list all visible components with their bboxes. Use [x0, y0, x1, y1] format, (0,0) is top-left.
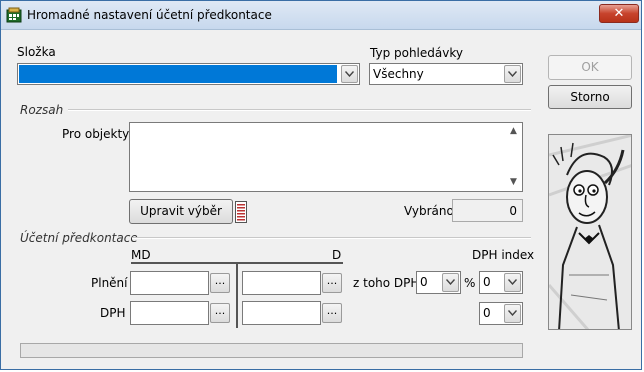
- predkontace-separator: [132, 237, 531, 239]
- cartoon-figure-icon: [549, 135, 631, 329]
- list-lines-icon: [237, 204, 245, 221]
- z-toho-dph-label: z toho DPH: [353, 276, 420, 290]
- storno-button-label: Storno: [570, 90, 610, 104]
- title-bar[interactable]: Hromadné nastavení účetní předkontace ✕: [1, 1, 641, 30]
- ok-button-label: OK: [581, 60, 599, 74]
- dph-md-field[interactable]: [130, 301, 209, 325]
- md-d-divider: [236, 264, 238, 328]
- slozka-value: [19, 65, 337, 83]
- dph-index-dph-dropdown-button[interactable]: [504, 304, 521, 323]
- plneni-d-browse-button[interactable]: ...: [322, 273, 342, 293]
- slozka-select[interactable]: [17, 63, 360, 85]
- rozsah-section-label: Rozsah: [20, 103, 64, 117]
- rozsah-separator: [68, 109, 531, 111]
- scroll-down-icon[interactable]: ▼: [505, 174, 522, 191]
- chevron-down-icon: [508, 279, 517, 285]
- typ-pohledavky-value: Všechny: [373, 67, 424, 81]
- dph-index-plneni-select[interactable]: 0: [479, 271, 523, 294]
- plneni-label: Plnění: [91, 276, 128, 290]
- typ-pohledavky-label: Typ pohledávky: [370, 46, 463, 60]
- app-icon: [6, 7, 22, 23]
- typ-pohledavky-select[interactable]: Všechny: [369, 63, 523, 85]
- upravit-vyber-button[interactable]: Upravit výběr: [129, 199, 233, 224]
- pro-objekty-scrollbar[interactable]: ▲ ▼: [505, 123, 522, 191]
- storno-button[interactable]: Storno: [548, 85, 632, 109]
- slozka-label: Složka: [17, 45, 56, 59]
- d-label: D: [332, 248, 342, 262]
- upravit-vyber-label: Upravit výběr: [140, 204, 222, 218]
- scroll-up-icon[interactable]: ▲: [505, 123, 522, 140]
- dph-index-plneni-dropdown-button[interactable]: [504, 273, 521, 292]
- dialog-window: Hromadné nastavení účetní předkontace ✕ …: [0, 0, 642, 370]
- typ-pohledavky-dropdown-button[interactable]: [504, 65, 521, 83]
- window-title: Hromadné nastavení účetní předkontace: [27, 8, 272, 22]
- percent-label: %: [464, 276, 476, 290]
- z-toho-dph-value: 0: [420, 275, 428, 289]
- plneni-md-browse-button[interactable]: ...: [210, 273, 230, 293]
- close-button[interactable]: ✕: [599, 4, 639, 23]
- dph-label: DPH: [100, 306, 126, 320]
- vybrano-label: Vybráno: [404, 204, 454, 218]
- z-toho-dph-select[interactable]: 0: [416, 271, 461, 294]
- predkontace-section-label: Účetní předkontace: [20, 231, 138, 245]
- list-icon[interactable]: [235, 201, 247, 223]
- dph-d-browse-button[interactable]: ...: [322, 303, 342, 323]
- ok-button[interactable]: OK: [548, 55, 632, 80]
- chevron-down-icon: [446, 279, 455, 285]
- plneni-md-field[interactable]: [130, 271, 209, 295]
- dph-index-dph-value: 0: [483, 306, 491, 320]
- pro-objekty-textarea[interactable]: ▲ ▼: [129, 122, 523, 192]
- dph-index-plneni-value: 0: [483, 275, 491, 289]
- vybrano-value: 0: [509, 204, 517, 218]
- dph-d-field[interactable]: [242, 301, 321, 325]
- chevron-down-icon: [508, 310, 517, 316]
- vybrano-field: 0: [452, 199, 523, 222]
- dph-index-dph-select[interactable]: 0: [479, 302, 523, 325]
- z-toho-dph-dropdown-button[interactable]: [442, 273, 459, 292]
- pro-objekty-label: Pro objekty: [62, 127, 130, 141]
- dph-index-label: DPH index: [472, 248, 535, 262]
- slozka-dropdown-button[interactable]: [341, 65, 358, 83]
- dph-md-browse-button[interactable]: ...: [210, 303, 230, 323]
- cartoon-illustration: [548, 134, 632, 330]
- close-icon: ✕: [613, 6, 625, 21]
- chevron-down-icon: [345, 71, 354, 77]
- md-label: MD: [131, 248, 151, 262]
- plneni-d-field[interactable]: [242, 271, 321, 295]
- status-progress-bar: [20, 343, 523, 358]
- chevron-down-icon: [508, 71, 517, 77]
